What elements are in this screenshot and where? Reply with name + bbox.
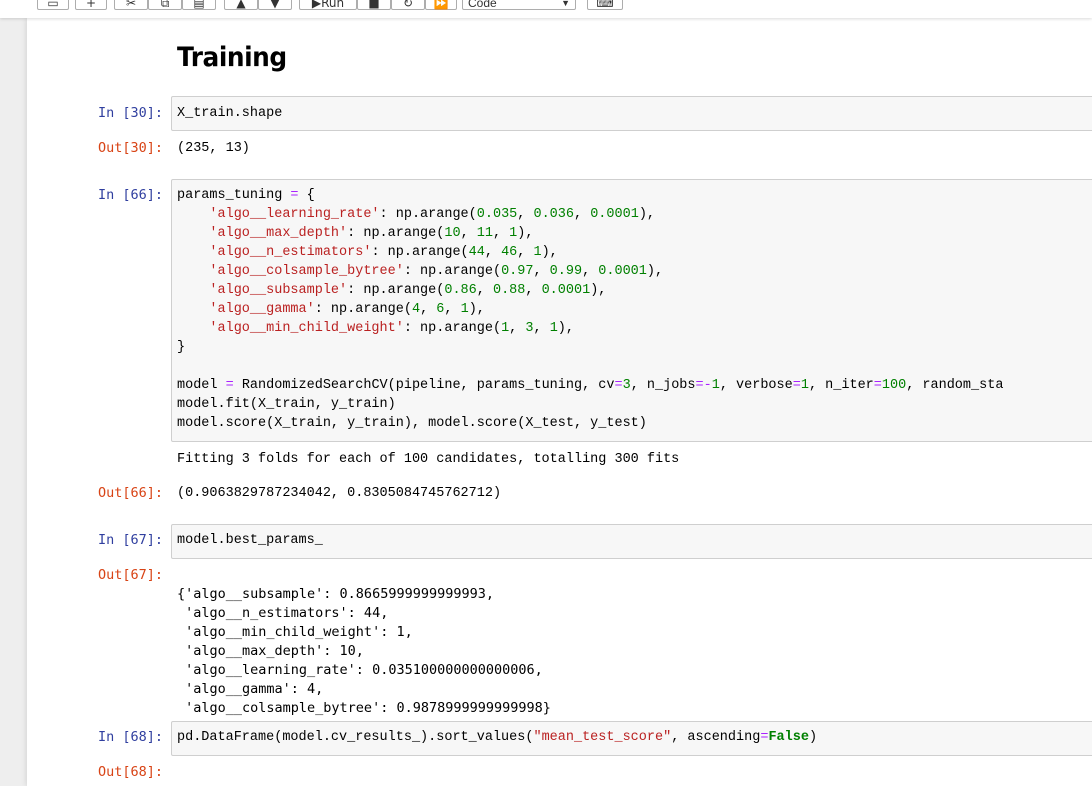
run-label: Run (321, 0, 345, 10)
output-line: 'algo__n_estimators': 44, (177, 605, 389, 621)
code-line: model.best_params_ (177, 533, 323, 548)
cut-icon[interactable]: ✂ (114, 0, 148, 10)
output-prompt: Out[66]: (97, 485, 163, 501)
code-token: pd.DataFrame(model.cv_results_).sort_val… (177, 730, 534, 745)
code-line: 'algo__learning_rate': np.arange(0.035, … (209, 207, 656, 222)
cell-output: (0.9063829787234042, 0.8305084745762712) (177, 486, 502, 501)
code-token: False (768, 730, 809, 745)
copy-icon[interactable]: ⧉ (148, 0, 182, 10)
cell-output: {'algo__subsample': 0.8665999999999993, … (177, 566, 551, 737)
chevron-down-icon: ▼ (561, 0, 570, 8)
output-prompt: Out[30]: (97, 140, 163, 156)
input-prompt: In [30]: (97, 105, 163, 121)
code-line: params_tuning = { (177, 188, 315, 203)
add-cell-icon[interactable]: + (75, 0, 107, 10)
save-icon[interactable]: ▭ (37, 0, 69, 10)
stream-output: Fitting 3 folds for each of 100 candidat… (177, 452, 680, 467)
code-block: params_tuning = { 'algo__learning_rate':… (177, 186, 1003, 433)
run-button[interactable]: ▶ Run (299, 0, 357, 10)
output-line: {'algo__subsample': 0.8665999999999993, (177, 586, 494, 602)
code-line: 'algo__n_estimators': np.arange(44, 46, … (209, 245, 558, 260)
move-up-icon[interactable]: ▲ (224, 0, 258, 10)
output-line: 'algo__colsample_bytree': 0.987899999999… (177, 700, 551, 716)
code-cell-input[interactable] (171, 96, 1092, 131)
output-prompt: Out[67]: (97, 567, 163, 583)
code-token: "mean_test_score" (533, 730, 672, 745)
code-token: ) (808, 730, 818, 745)
command-palette-icon[interactable]: ⌨ (587, 0, 623, 10)
paste-icon[interactable]: ▤ (182, 0, 216, 10)
code-line: model = RandomizedSearchCV(pipeline, par… (177, 378, 1004, 393)
restart-icon[interactable]: ↻ (391, 0, 425, 10)
code-line: } (177, 340, 186, 355)
input-prompt: In [66]: (97, 187, 163, 203)
cell-type-value: Code (468, 0, 497, 10)
code-token: , ascending (671, 730, 761, 745)
code-line: model.score(X_train, y_train), model.sco… (177, 416, 647, 431)
output-line: 'algo__learning_rate': 0.035100000000000… (177, 662, 543, 678)
move-down-icon[interactable]: ▼ (258, 0, 292, 10)
fast-forward-icon[interactable]: ⏩ (425, 0, 457, 10)
code-line: 'algo__colsample_bytree': np.arange(0.97… (209, 264, 664, 279)
code-line: model.fit(X_train, y_train) (177, 397, 396, 412)
code-line: 'algo__max_depth': np.arange(10, 11, 1), (209, 226, 534, 241)
output-line: 'algo__gamma': 4, (177, 681, 324, 697)
output-line: 'algo__max_depth': 10, (177, 643, 364, 659)
code-line: pd.DataFrame(model.cv_results_).sort_val… (177, 728, 817, 747)
input-prompt: In [68]: (97, 729, 163, 745)
code-line: 'algo__min_child_weight': np.arange(1, 3… (209, 321, 574, 336)
cell-type-select[interactable]: Code ▼ (462, 0, 576, 10)
notebook-toolbar: ▭ + ✂ ⧉ ▤ ▲ ▼ ▶ Run ■ ↻ ⏩ Code ▼ ⌨ (0, 0, 1092, 18)
stop-icon[interactable]: ■ (357, 0, 391, 10)
output-prompt: Out[68]: (97, 764, 163, 780)
cell-output: (235, 13) (177, 141, 250, 156)
input-prompt: In [67]: (97, 532, 163, 548)
code-line: 'algo__gamma': np.arange(4, 6, 1), (209, 302, 485, 317)
code-line: 'algo__subsample': np.arange(0.86, 0.88,… (209, 283, 607, 298)
code-line: X_train.shape (177, 106, 283, 121)
output-line: 'algo__min_child_weight': 1, (177, 624, 413, 640)
section-heading: Training (177, 42, 287, 73)
